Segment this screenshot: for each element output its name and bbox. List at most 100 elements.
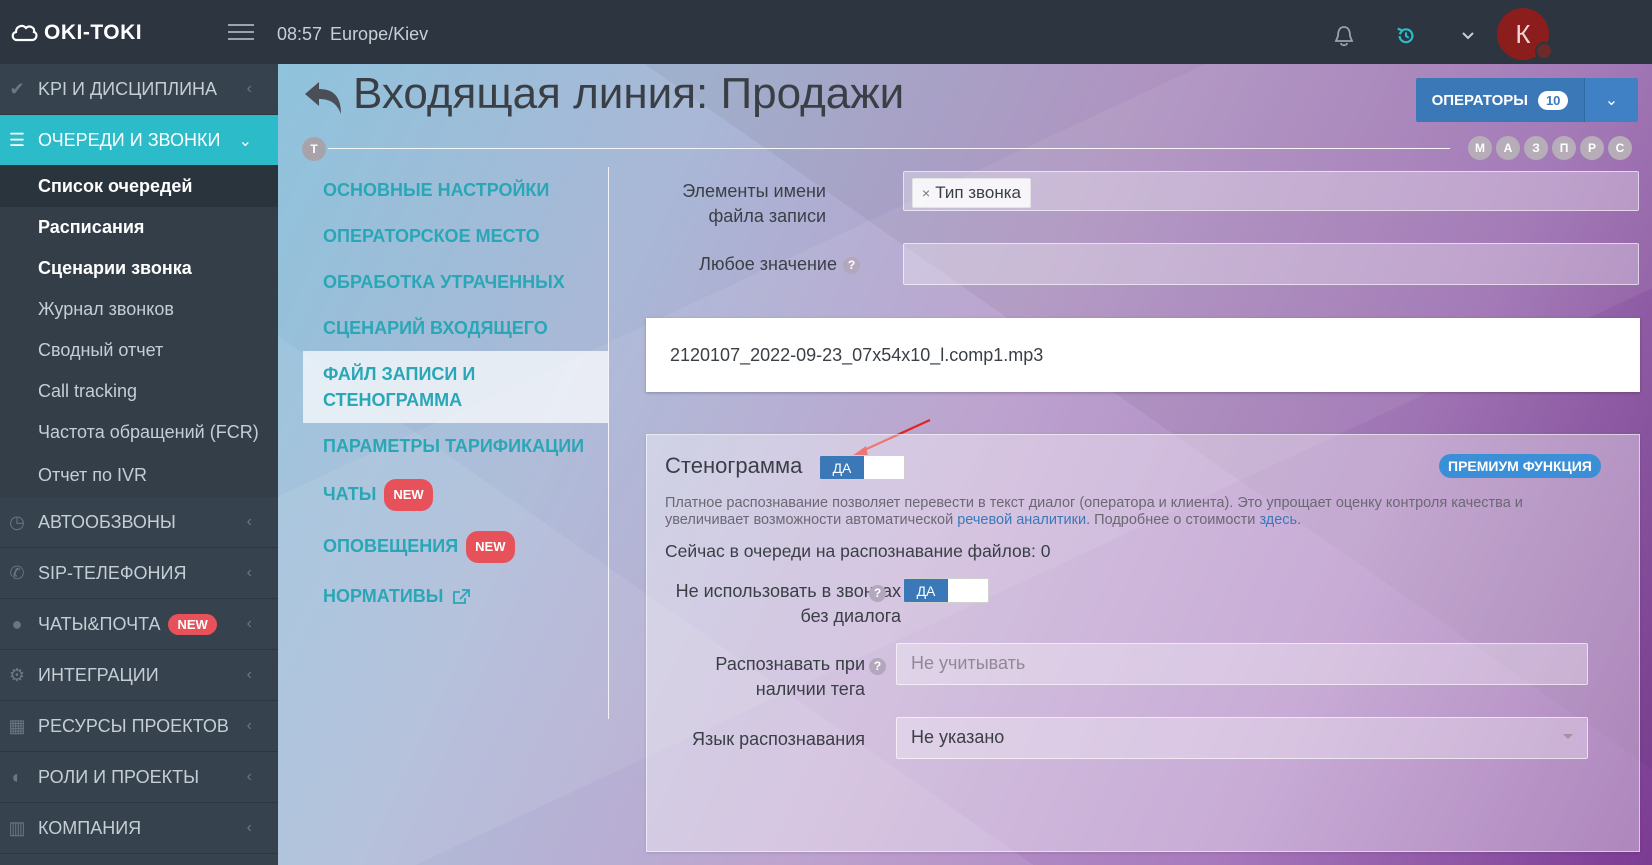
avatar[interactable]: К <box>1497 8 1553 60</box>
select-arrow-icon <box>1563 734 1573 739</box>
steno-description: Платное распознавание позволяет перевест… <box>665 495 1565 529</box>
avatar-letter: К <box>1515 18 1531 49</box>
cloud-icon <box>11 24 38 42</box>
toggle-icon: ◐ <box>11 766 23 787</box>
sidebar-section-integrations[interactable]: ⚙ ИНТЕГРАЦИИ ‹ <box>0 650 278 701</box>
chevron-left-icon: ‹ <box>246 717 252 734</box>
sidebar-item-label: Call tracking <box>38 381 138 401</box>
sidebar-section-kpi[interactable]: ✔ KPI И ДИСЦИПЛИНА ‹ <box>0 64 278 115</box>
sidebar-item-label: Расписания <box>38 217 145 237</box>
sidebar-section-autodial[interactable]: ◷ АВТООБЗВОНЫ ‹ <box>0 497 278 548</box>
language-select[interactable]: Не указано <box>896 717 1588 759</box>
sidebar-item-call-tracking[interactable]: Call tracking <box>0 371 278 412</box>
tab-recording-file[interactable]: ФАЙЛ ЗАПИСИ И СТЕНОГРАММА <box>303 351 608 423</box>
new-badge: NEW <box>168 613 217 635</box>
steno-toggle[interactable]: ДА <box>819 455 905 480</box>
sidebar-item-summary-report[interactable]: Сводный отчет <box>0 330 278 371</box>
filename-tag[interactable]: × Тип звонка <box>912 178 1031 208</box>
tab-incoming-scenario[interactable]: СЦЕНАРИЙ ВХОДЯЩЕГО <box>303 305 608 351</box>
tab-normatives[interactable]: НОРМАТИВЫ <box>303 573 608 619</box>
toggle-on-label: ДА <box>820 456 864 479</box>
sidebar-submenu: Список очередей Расписания Сценарии звон… <box>0 166 278 497</box>
section-marker[interactable]: А <box>1496 136 1520 160</box>
any-value-input[interactable] <box>903 243 1639 285</box>
sidebar-section-sip[interactable]: ✆ SIP-ТЕЛЕФОНИЯ ‹ <box>0 548 278 599</box>
tag-label: Тип звонка <box>935 183 1021 202</box>
sidebar-item-ivr-report[interactable]: Отчет по IVR <box>0 453 278 497</box>
section-marker[interactable]: М <box>1468 136 1492 160</box>
main-content: Входящая линия: Продажи Т М А З П Р С ОП… <box>278 64 1652 865</box>
tag-recognition-text: Распознавать при наличии тега <box>715 654 865 699</box>
chevron-left-icon: ‹ <box>246 80 252 97</box>
tab-label: ЧАТЫ <box>323 483 377 504</box>
toggle-off-area <box>948 579 988 602</box>
sidebar-item-call-scenarios[interactable]: Сценарии звонка <box>0 248 278 289</box>
phone-icon: ✆ <box>9 562 25 583</box>
title-divider <box>328 148 1450 149</box>
menu-toggle-icon[interactable] <box>228 24 254 42</box>
chevron-down-icon[interactable]: ⌄ <box>1584 78 1638 122</box>
bell-icon[interactable] <box>1333 24 1355 48</box>
tag-placeholder: Не учитывать <box>911 653 1026 673</box>
tag-recognition-input[interactable]: Не учитывать <box>896 643 1588 685</box>
operators-count: 10 <box>1537 90 1569 110</box>
tab-chats[interactable]: ЧАТЫ NEW <box>303 469 608 521</box>
steno-panel: Стенограмма ДА ПРЕМИУМ ФУНКЦИЯ Платное р… <box>646 434 1640 852</box>
speech-analytics-link[interactable]: речевой аналитики <box>957 512 1086 528</box>
tab-notifications[interactable]: ОПОВЕЩЕНИЯ NEW <box>303 521 608 573</box>
sidebar-item-label: Список очередей <box>38 176 193 196</box>
help-icon[interactable]: ? <box>869 658 886 675</box>
tab-label: ФАЙЛ ЗАПИСИ И СТЕНОГРАММА <box>323 364 476 410</box>
sidebar-item-queue-list[interactable]: Список очередей <box>0 166 278 207</box>
help-icon[interactable]: ? <box>843 256 860 274</box>
section-marker[interactable]: П <box>1552 136 1576 160</box>
settings-nav: ОСНОВНЫЕ НАСТРОЙКИ ОПЕРАТОРСКОЕ МЕСТО ОБ… <box>303 167 608 619</box>
chevron-down-icon: ⌄ <box>238 133 252 150</box>
tab-operator-workplace[interactable]: ОПЕРАТОРСКОЕ МЕСТО <box>303 213 608 259</box>
no-dialog-text: Не использовать в звонках без диалога <box>675 581 901 626</box>
pricing-link[interactable]: здесь <box>1259 512 1297 528</box>
filename-elements-label: Элементы имени файла записи <box>682 181 826 226</box>
any-value-label: Любое значение? <box>628 252 860 277</box>
tab-missed-processing[interactable]: ОБРАБОТКА УТРАЧЕННЫХ <box>303 259 608 305</box>
sidebar-section-resources[interactable]: ▦ РЕСУРСЫ ПРОЕКТОВ ‹ <box>0 701 278 752</box>
sidebar-section-roles[interactable]: ◐ РОЛИ И ПРОЕКТЫ ‹ <box>0 752 278 803</box>
remove-tag-icon[interactable]: × <box>922 185 930 201</box>
sidebar-item-fcr[interactable]: Частота обращений (FCR) <box>0 412 278 453</box>
chevron-left-icon: ‹ <box>246 666 252 683</box>
tag-recognition-label: Распознавать при наличии тега <box>667 652 865 702</box>
back-arrow-icon[interactable] <box>301 78 345 118</box>
section-marker[interactable]: С <box>1608 136 1632 160</box>
tab-label: ОПЕРАТОРСКОЕ МЕСТО <box>323 226 540 246</box>
logo[interactable]: OKI-TOKI <box>10 20 142 46</box>
filename-elements-input[interactable]: × Тип звонка <box>903 171 1639 211</box>
sidebar-section-label: ЧАТЫ&ПОЧТА <box>38 613 161 634</box>
sidebar-section-label: ИНТЕГРАЦИИ <box>38 664 159 685</box>
section-marker[interactable]: Р <box>1580 136 1604 160</box>
section-marker[interactable]: З <box>1524 136 1548 160</box>
sidebar-section-label: АВТООБЗВОНЫ <box>38 511 176 532</box>
nav-divider <box>608 167 609 719</box>
tab-tariffication[interactable]: ПАРАМЕТРЫ ТАРИФИКАЦИИ <box>303 423 608 469</box>
desc-text: . Подробнее о стоимости <box>1086 512 1260 528</box>
no-dialog-toggle[interactable]: ДА <box>903 578 989 603</box>
sidebar-item-call-log[interactable]: Журнал звонков <box>0 289 278 330</box>
chevron-left-icon: ‹ <box>246 513 252 530</box>
t-marker[interactable]: Т <box>302 137 326 161</box>
sidebar-section-label: РОЛИ И ПРОЕКТЫ <box>38 766 200 787</box>
sidebar-section-company[interactable]: ▥ КОМПАНИЯ ‹ <box>0 803 278 854</box>
operators-button[interactable]: ОПЕРАТОРЫ 10 ⌄ <box>1416 78 1638 122</box>
sidebar-section-queues[interactable]: ☰ ОЧЕРЕДИ И ЗВОНКИ ⌄ <box>0 115 278 166</box>
operators-label: ОПЕРАТОРЫ <box>1431 91 1528 109</box>
history-icon[interactable] <box>1395 24 1417 48</box>
no-dialog-label: Не использовать в звонках без диалога <box>667 579 901 629</box>
operators-main[interactable]: ОПЕРАТОРЫ 10 <box>1416 78 1584 122</box>
sidebar-section-label: КОМПАНИЯ <box>38 817 142 838</box>
sidebar-item-schedules[interactable]: Расписания <box>0 207 278 248</box>
sidebar-section-chats[interactable]: ● ЧАТЫ&ПОЧТА NEW ‹ <box>0 599 278 650</box>
tab-basic-settings[interactable]: ОСНОВНЫЕ НАСТРОЙКИ <box>303 167 608 213</box>
clock-icon: ◷ <box>9 511 25 532</box>
help-icon[interactable]: ? <box>869 585 886 602</box>
sidebar-section-label: ОЧЕРЕДИ И ЗВОНКИ <box>38 129 221 150</box>
chevron-down-icon[interactable] <box>1460 28 1476 42</box>
